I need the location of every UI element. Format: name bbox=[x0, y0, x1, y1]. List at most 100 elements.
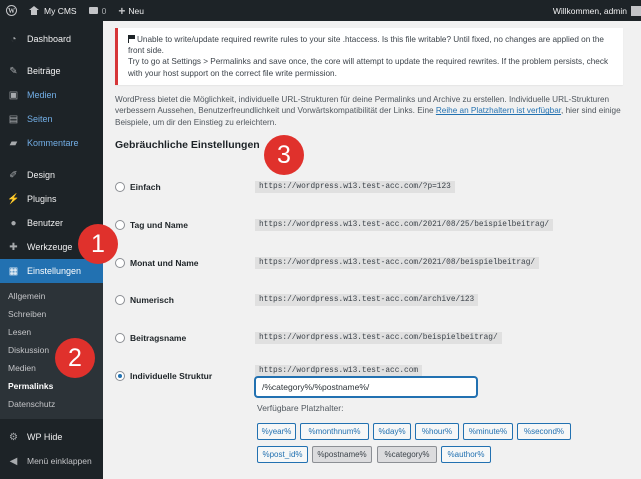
dashboard-icon: ◔ bbox=[10, 33, 17, 45]
radio-month-name[interactable] bbox=[115, 258, 125, 268]
users-icon: ● bbox=[10, 217, 17, 229]
menu-label: Benutzer bbox=[27, 218, 64, 228]
plugin-icon: ⚡ bbox=[7, 193, 20, 205]
menu-label: Plugins bbox=[27, 194, 57, 204]
section-title: Gebräuchliche Einstellungen bbox=[115, 139, 260, 152]
tag-second[interactable]: %second% bbox=[517, 423, 571, 440]
wp-logo-menu[interactable]: W bbox=[0, 0, 23, 21]
option-custom-structure[interactable]: Individuelle Struktur bbox=[115, 371, 212, 381]
custom-structure-base-url: https://wordpress.w13.test-acc.com bbox=[255, 365, 423, 377]
radio-numeric[interactable] bbox=[115, 295, 125, 305]
tag-day[interactable]: %day% bbox=[373, 423, 411, 440]
tag-hour[interactable]: %hour% bbox=[415, 423, 459, 440]
new-label: Neu bbox=[128, 5, 144, 16]
menu-label: Beiträge bbox=[27, 66, 61, 76]
menu-label: Kommentare bbox=[27, 138, 79, 148]
custom-structure-input[interactable] bbox=[255, 377, 477, 397]
option-numeric[interactable]: Numerisch bbox=[115, 295, 174, 305]
option-label: Beitragsname bbox=[130, 333, 187, 343]
tag-monthnum[interactable]: %monthnum% bbox=[300, 423, 369, 440]
example-url: https://wordpress.w13.test-acc.com/archi… bbox=[255, 294, 479, 306]
collapse-menu-button[interactable]: ◀ Menü einklappen bbox=[0, 449, 103, 473]
tag-minute[interactable]: %minute% bbox=[463, 423, 513, 440]
media-icon: ▣ bbox=[8, 89, 19, 101]
comment-icon bbox=[88, 7, 98, 14]
home-icon bbox=[29, 6, 39, 15]
new-content-menu[interactable]: + Neu bbox=[112, 0, 150, 21]
menu-label: WP Hide bbox=[27, 432, 63, 442]
submenu-permalinks[interactable]: Permalinks bbox=[0, 377, 103, 395]
menu-dashboard[interactable]: ◔ Dashboard bbox=[0, 27, 103, 51]
option-day-name[interactable]: Tag und Name bbox=[115, 220, 188, 230]
step-badge-1: 1 bbox=[78, 224, 118, 264]
menu-settings[interactable]: ▦ Einstellungen bbox=[0, 259, 103, 283]
account-menu[interactable]: Willkommen, admin bbox=[547, 0, 641, 21]
pin-icon: ✎ bbox=[9, 65, 18, 77]
comment-count: 0 bbox=[101, 5, 107, 16]
example-url: https://wordpress.w13.test-acc.com/?p=12… bbox=[255, 181, 455, 193]
menu-label: Einstellungen bbox=[27, 266, 82, 276]
step-badge-2: 2 bbox=[55, 338, 95, 378]
radio-day-name[interactable] bbox=[115, 220, 125, 230]
gear-icon: ⚙ bbox=[9, 431, 18, 443]
radio-custom-structure[interactable] bbox=[115, 371, 125, 381]
main-content: Unable to write/update required rewrite … bbox=[103, 21, 641, 479]
option-label: Einfach bbox=[130, 182, 161, 192]
menu-design[interactable]: ✐ Design bbox=[0, 163, 103, 187]
menu-wp-hide[interactable]: ⚙ WP Hide bbox=[0, 425, 103, 449]
submenu-reading[interactable]: Lesen bbox=[0, 323, 103, 341]
plus-icon: + bbox=[118, 3, 126, 18]
option-label: Individuelle Struktur bbox=[130, 371, 213, 381]
brush-icon: ✐ bbox=[9, 169, 18, 181]
tag-category[interactable]: %category% bbox=[377, 446, 437, 463]
radio-plain[interactable] bbox=[115, 182, 125, 192]
tag-year[interactable]: %year% bbox=[257, 423, 296, 440]
tag-postname[interactable]: %postname% bbox=[312, 446, 372, 463]
collapse-icon: ◀ bbox=[9, 455, 18, 467]
wrench-icon: ✚ bbox=[9, 241, 18, 253]
menu-label: Menü einklappen bbox=[27, 456, 92, 466]
option-label: Numerisch bbox=[130, 295, 174, 305]
page-icon: ▤ bbox=[8, 113, 19, 125]
option-label: Monat und Name bbox=[130, 258, 199, 268]
wordpress-icon: W bbox=[6, 5, 17, 16]
menu-media[interactable]: ▣ Medien bbox=[0, 83, 103, 107]
flag-icon bbox=[128, 35, 135, 43]
menu-label: Design bbox=[27, 170, 56, 180]
tag-author[interactable]: %author% bbox=[441, 446, 491, 463]
radio-post-name[interactable] bbox=[115, 333, 125, 343]
tag-post-id[interactable]: %post_id% bbox=[257, 446, 308, 463]
notice-line-2: Try to go at Settings > Permalinks and s… bbox=[128, 57, 609, 78]
menu-plugins[interactable]: ⚡ Plugins bbox=[0, 187, 103, 211]
intro-text: WordPress bietet die Möglichkeit, indivi… bbox=[115, 94, 629, 128]
menu-label: Medien bbox=[27, 90, 57, 100]
submenu-writing[interactable]: Schreiben bbox=[0, 305, 103, 323]
menu-pages[interactable]: ▤ Seiten bbox=[0, 107, 103, 131]
submenu-general[interactable]: Allgemein bbox=[0, 287, 103, 305]
menu-label: Werkzeuge bbox=[27, 242, 73, 252]
comments-link[interactable]: 0 bbox=[83, 0, 113, 21]
placeholders-link[interactable]: Reihe an Platzhaltern ist verfügbar bbox=[436, 106, 561, 115]
placeholders-heading: Verfügbare Platzhalter: bbox=[257, 403, 344, 413]
option-post-name[interactable]: Beitragsname bbox=[115, 333, 186, 343]
notice-line-1: Unable to write/update required rewrite … bbox=[128, 35, 604, 56]
menu-posts[interactable]: ✎ Beiträge bbox=[0, 59, 103, 83]
submenu-privacy[interactable]: Datenschutz bbox=[0, 395, 103, 413]
example-url: https://wordpress.w13.test-acc.com/beisp… bbox=[255, 332, 502, 344]
settings-icon: ▦ bbox=[8, 265, 19, 277]
comment-icon: ▰ bbox=[9, 137, 18, 149]
step-badge-3: 3 bbox=[264, 135, 304, 175]
site-name-link[interactable]: My CMS bbox=[23, 0, 83, 21]
example-url: https://wordpress.w13.test-acc.com/2021/… bbox=[255, 257, 540, 269]
site-name: My CMS bbox=[44, 5, 77, 16]
greeting: Willkommen, admin bbox=[552, 5, 627, 16]
error-notice: Unable to write/update required rewrite … bbox=[115, 28, 623, 85]
option-month-name[interactable]: Monat und Name bbox=[115, 258, 198, 268]
option-plain[interactable]: Einfach bbox=[115, 182, 161, 192]
menu-label: Dashboard bbox=[27, 34, 72, 44]
option-label: Tag und Name bbox=[130, 220, 188, 230]
menu-comments[interactable]: ▰ Kommentare bbox=[0, 131, 103, 155]
menu-label: Seiten bbox=[27, 114, 53, 124]
avatar bbox=[631, 5, 641, 16]
example-url: https://wordpress.w13.test-acc.com/2021/… bbox=[255, 219, 554, 231]
